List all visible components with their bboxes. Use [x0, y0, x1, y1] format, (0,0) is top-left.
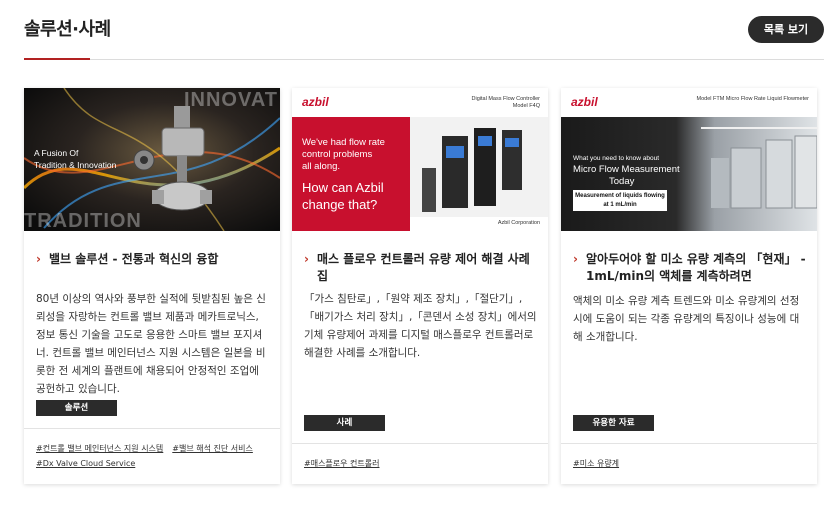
card-description: 「가스 침탄로」,「원약 제조 장치」,「절단기」,「배기가스 처리 장치」,「…	[304, 293, 537, 359]
azbil-logo: azbil	[571, 95, 598, 109]
image-overlay-line2: Tradition & Innovation	[34, 160, 117, 170]
tag-link[interactable]: #컨트롤 밸브 메인터넌스 지원 시스템	[36, 444, 163, 453]
banner-line: We've had flow rate	[302, 137, 385, 148]
tag-link[interactable]: #매스플로우 컨트롤러	[304, 459, 380, 468]
caption-line: Model F4Q	[512, 103, 540, 109]
card-image-micro-flow[interactable]: azbil Model FTM Micro Flow Rate Liquid F…	[561, 88, 817, 231]
page-title: 솔루션·사례	[24, 19, 111, 40]
banner-question: change that?	[302, 197, 378, 212]
image-headline: Micro Flow Measurement	[573, 164, 680, 175]
chevron-right-icon: ›	[304, 252, 309, 266]
banner-question: How can Azbil	[302, 180, 384, 195]
image-info-box: Measurement of liquids flowing at 1 mL/m…	[573, 190, 667, 211]
tag-link[interactable]: #미소 유량계	[573, 459, 619, 468]
view-list-button[interactable]: 목록 보기	[748, 16, 824, 43]
category-badge: 솔루션	[36, 400, 117, 416]
image-caption: Model FTM Micro Flow Rate Liquid Flowmet…	[697, 96, 809, 103]
section-header: 솔루션·사례 목록 보기	[24, 0, 824, 60]
caption-line: Model FTM Micro Flow Rate Liquid Flowmet…	[696, 96, 809, 102]
case-card-mass-flow[interactable]: azbil Digital Mass Flow Controller Model…	[292, 88, 548, 484]
card-title-text[interactable]: 매스 플로우 컨트롤러 유량 제어 해결 사례집	[317, 252, 530, 283]
resource-card-micro-flow[interactable]: azbil Model FTM Micro Flow Rate Liquid F…	[561, 88, 817, 484]
category-badge: 사례	[304, 415, 385, 431]
card-image-mass-flow[interactable]: azbil Digital Mass Flow Controller Model…	[292, 88, 548, 231]
card-divider	[24, 428, 280, 429]
card-tags: #컨트롤 밸브 메인터넌스 지원 시스템 #밸브 해석 진단 서비스 #Dx Va…	[36, 441, 272, 471]
image-overlay-line1: A Fusion Of	[34, 148, 79, 158]
card-description: 액체의 미소 유량 계측 트렌드와 미소 유량계의 선정 시에 도움이 되는 각…	[573, 295, 800, 343]
azbil-logo: azbil	[302, 95, 329, 109]
chevron-right-icon: ›	[573, 252, 578, 266]
solution-card-valve[interactable]: INNOVAT TRADITION A Fusion Of Tradition …	[24, 88, 280, 484]
tag-link[interactable]: #Dx Valve Cloud Service	[36, 459, 135, 468]
card-title[interactable]: › 밸브 솔루션 - 전통과 혁신의 융합	[36, 251, 272, 268]
card-title-text[interactable]: 밸브 솔루션 - 전통과 혁신의 융합	[49, 252, 218, 266]
header-divider-accent	[24, 58, 90, 60]
info-box-line: Measurement of liquids flowing	[575, 193, 665, 199]
image-headline: What you need to know about	[573, 155, 660, 162]
tag-link[interactable]: #밸브 해석 진단 서비스	[172, 444, 253, 453]
caption-line: Digital Mass Flow Controller	[471, 96, 540, 102]
card-image-valve[interactable]: INNOVAT TRADITION A Fusion Of Tradition …	[24, 88, 280, 231]
image-word-tradition: TRADITION	[24, 210, 142, 231]
card-divider	[292, 443, 548, 444]
image-caption: Digital Mass Flow Controller Model F4Q	[472, 96, 540, 110]
card-tags: #미소 유량계	[573, 456, 809, 471]
banner-line: control problems	[302, 149, 373, 160]
chevron-right-icon: ›	[36, 252, 41, 266]
category-badge: 유용한 자료	[573, 415, 654, 431]
card-divider	[561, 443, 817, 444]
card-tags: #매스플로우 컨트롤러	[304, 456, 540, 471]
card-description: 80년 이상의 역사와 풍부한 실적에 뒷받침된 높은 신뢰성을 자랑하는 컨트…	[36, 293, 266, 395]
header-divider	[24, 59, 824, 60]
image-footer: Azbil Corporation	[497, 220, 540, 226]
image-word-innovation: INNOVAT	[183, 89, 278, 111]
card-title[interactable]: › 매스 플로우 컨트롤러 유량 제어 해결 사례집	[304, 251, 540, 285]
card-title[interactable]: › 알아두어야 할 미소 유량 계측의 「현재」 - 1mL/min의 액체를 …	[573, 251, 809, 285]
info-box-line: at 1 mL/min	[603, 202, 637, 208]
banner-line: all along.	[302, 161, 341, 172]
card-title-text[interactable]: 알아두어야 할 미소 유량 계측의 「현재」 - 1mL/min의 액체를 계측…	[586, 252, 806, 283]
image-headline: Today	[609, 176, 635, 187]
